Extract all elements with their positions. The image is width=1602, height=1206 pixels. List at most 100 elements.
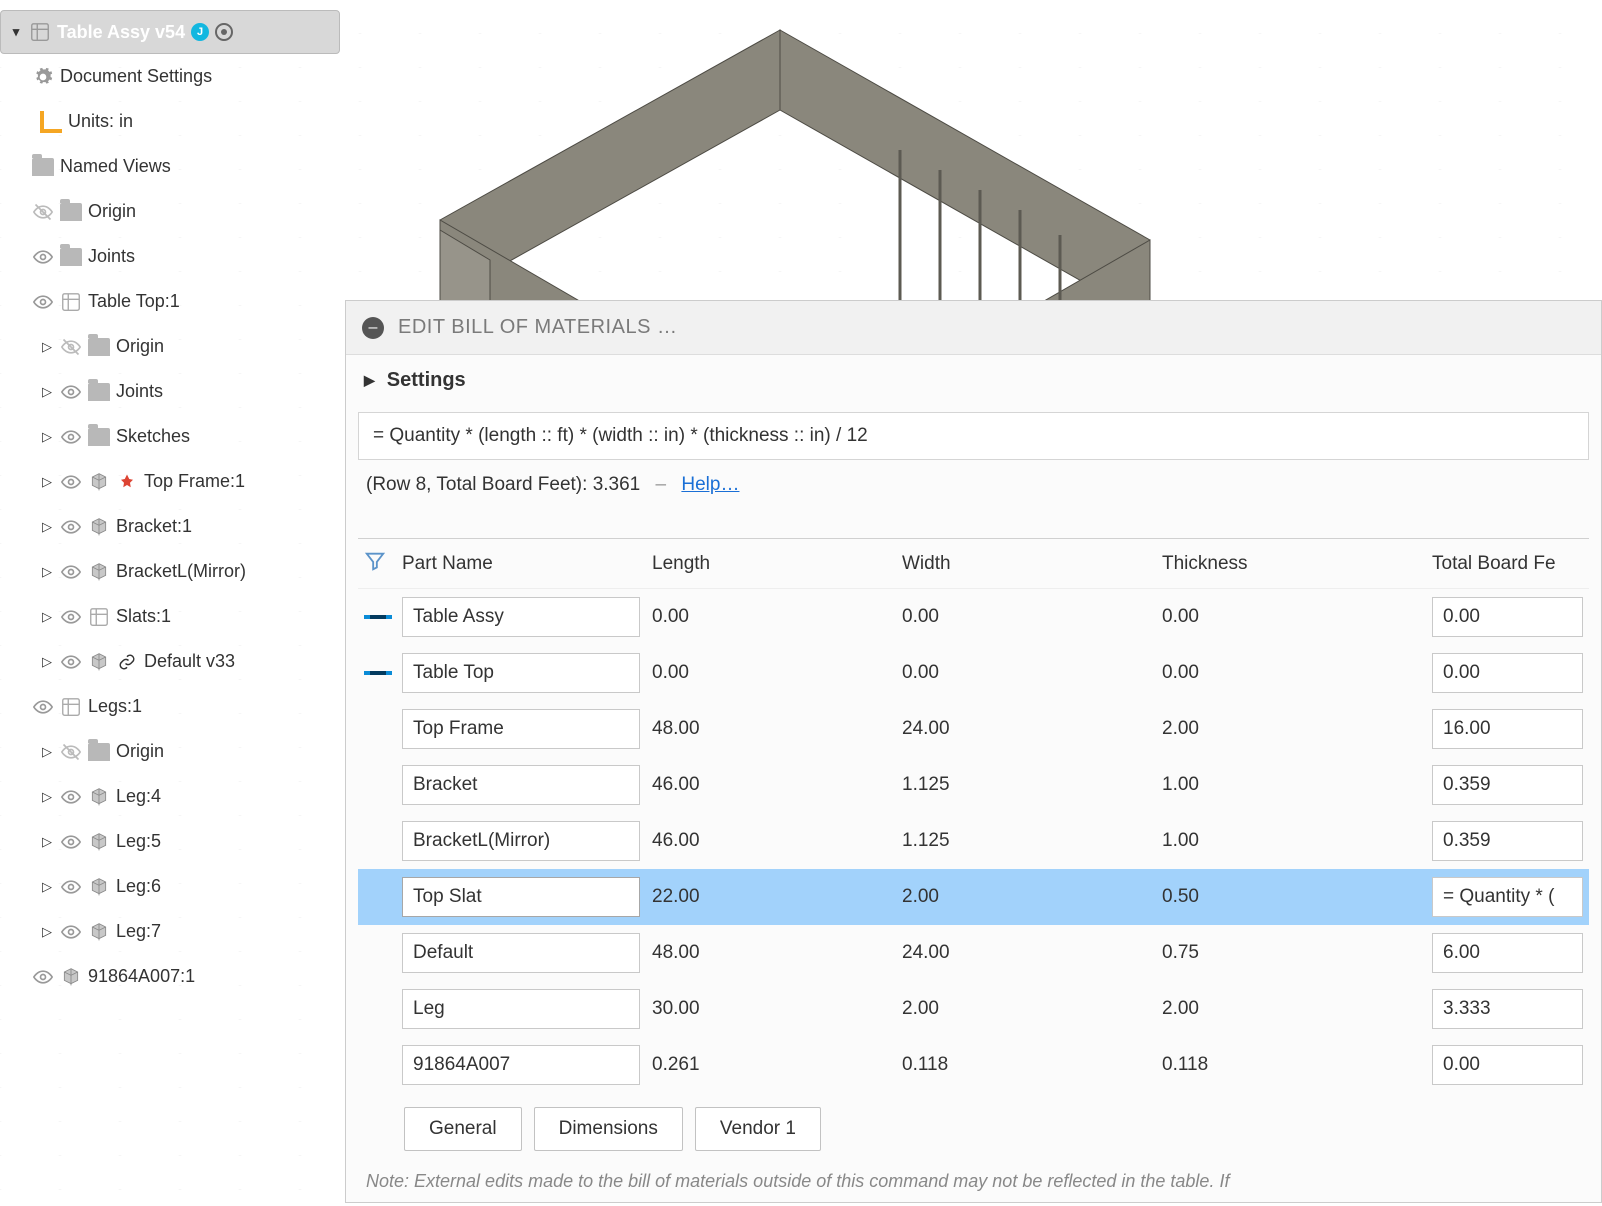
table-row[interactable]: Table Assy 0.00 0.00 0.00 0.00 bbox=[358, 589, 1589, 645]
eye-icon[interactable] bbox=[60, 921, 82, 943]
cell-width[interactable]: 24.00 bbox=[896, 710, 1156, 748]
tab-vendor1[interactable]: Vendor 1 bbox=[695, 1107, 821, 1151]
tree-item[interactable]: ▷ Leg:7 bbox=[0, 909, 340, 954]
cell-thickness[interactable]: 1.00 bbox=[1156, 822, 1426, 860]
tree-item[interactable]: ▷ Sketches bbox=[0, 414, 340, 459]
cell-partname[interactable]: 91864A007 bbox=[402, 1045, 640, 1085]
legs-node[interactable]: Legs:1 bbox=[0, 684, 340, 729]
cell-length[interactable]: 22.00 bbox=[646, 878, 896, 916]
cell-tbf[interactable]: 0.00 bbox=[1432, 653, 1583, 693]
browser-root[interactable]: ▾ Table Assy v54 J bbox=[0, 10, 340, 54]
cell-width[interactable]: 2.00 bbox=[896, 878, 1156, 916]
chevron-right-icon[interactable]: ▷ bbox=[40, 339, 54, 355]
eye-icon[interactable] bbox=[60, 606, 82, 628]
eye-icon[interactable] bbox=[32, 291, 54, 313]
tree-item[interactable]: ▷ Leg:6 bbox=[0, 864, 340, 909]
cell-width[interactable]: 0.118 bbox=[896, 1046, 1156, 1084]
cell-thickness[interactable]: 1.00 bbox=[1156, 766, 1426, 804]
table-row[interactable]: BracketL(Mirror) 46.00 1.125 1.00 0.359 bbox=[358, 813, 1589, 869]
eye-icon[interactable] bbox=[60, 831, 82, 853]
chevron-right-icon[interactable]: ▷ bbox=[40, 924, 54, 940]
table-row[interactable]: Bracket 46.00 1.125 1.00 0.359 bbox=[358, 757, 1589, 813]
last-item[interactable]: 91864A007:1 bbox=[0, 954, 340, 999]
cell-width[interactable]: 1.125 bbox=[896, 822, 1156, 860]
named-views[interactable]: Named Views bbox=[0, 144, 340, 189]
formula-input[interactable]: = Quantity * (length :: ft) * (width :: … bbox=[358, 412, 1589, 460]
units-row[interactable]: Units: in bbox=[0, 99, 340, 144]
close-icon[interactable]: – bbox=[362, 317, 384, 339]
table-row[interactable]: Leg 30.00 2.00 2.00 3.333 bbox=[358, 981, 1589, 1037]
cell-thickness[interactable]: 0.00 bbox=[1156, 598, 1426, 636]
cell-tbf[interactable]: 3.333 bbox=[1432, 989, 1583, 1029]
eye-icon[interactable] bbox=[32, 246, 54, 268]
cell-length[interactable]: 0.261 bbox=[646, 1046, 896, 1084]
eye-icon[interactable] bbox=[60, 516, 82, 538]
eye-icon[interactable] bbox=[60, 561, 82, 583]
col-width[interactable]: Width bbox=[896, 543, 1156, 585]
cell-width[interactable]: 24.00 bbox=[896, 934, 1156, 972]
cell-tbf[interactable]: 0.359 bbox=[1432, 765, 1583, 805]
document-settings[interactable]: Document Settings bbox=[0, 54, 340, 99]
cell-partname[interactable]: BracketL(Mirror) bbox=[402, 821, 640, 861]
funnel-icon[interactable] bbox=[364, 556, 386, 577]
cell-partname[interactable]: Top Slat bbox=[402, 877, 640, 917]
chevron-right-icon[interactable]: ▷ bbox=[40, 474, 54, 490]
activate-radio-icon[interactable] bbox=[215, 23, 233, 41]
bom-settings-toggle[interactable]: ▶ Settings bbox=[346, 355, 1601, 406]
eye-icon[interactable] bbox=[32, 966, 54, 988]
cell-tbf[interactable]: 6.00 bbox=[1432, 933, 1583, 973]
cell-length[interactable]: 46.00 bbox=[646, 766, 896, 804]
cell-thickness[interactable]: 2.00 bbox=[1156, 990, 1426, 1028]
cell-length[interactable]: 30.00 bbox=[646, 990, 896, 1028]
chevron-right-icon[interactable]: ▷ bbox=[40, 744, 54, 760]
cell-length[interactable]: 48.00 bbox=[646, 710, 896, 748]
tree-item[interactable]: ▷ BracketL(Mirror) bbox=[0, 549, 340, 594]
chevron-right-icon[interactable]: ▷ bbox=[40, 654, 54, 670]
cell-partname[interactable]: Top Frame bbox=[402, 709, 640, 749]
chevron-right-icon[interactable]: ▷ bbox=[40, 519, 54, 535]
chevron-right-icon[interactable]: ▷ bbox=[40, 564, 54, 580]
tree-item[interactable]: ▷ Slats:1 bbox=[0, 594, 340, 639]
tree-item[interactable]: ▷ Default v33 bbox=[0, 639, 340, 684]
eye-off-icon[interactable] bbox=[60, 336, 82, 358]
tree-item[interactable]: ▷ Origin bbox=[0, 324, 340, 369]
eye-icon[interactable] bbox=[60, 426, 82, 448]
tree-item[interactable]: Joints bbox=[0, 234, 340, 279]
cell-length[interactable]: 46.00 bbox=[646, 822, 896, 860]
table-row[interactable]: Table Top 0.00 0.00 0.00 0.00 bbox=[358, 645, 1589, 701]
tab-dimensions[interactable]: Dimensions bbox=[534, 1107, 683, 1151]
tree-item[interactable]: ▷ Bracket:1 bbox=[0, 504, 340, 549]
col-partname[interactable]: Part Name bbox=[396, 543, 646, 585]
filter-header[interactable] bbox=[358, 540, 396, 588]
table-row[interactable]: Default 48.00 24.00 0.75 6.00 bbox=[358, 925, 1589, 981]
cell-thickness[interactable]: 0.50 bbox=[1156, 878, 1426, 916]
cell-partname[interactable]: Leg bbox=[402, 989, 640, 1029]
tree-item[interactable]: ▷ Leg:4 bbox=[0, 774, 340, 819]
eye-icon[interactable] bbox=[60, 876, 82, 898]
tree-item[interactable]: ▷ Leg:5 bbox=[0, 819, 340, 864]
cell-thickness[interactable]: 0.118 bbox=[1156, 1046, 1426, 1084]
cell-width[interactable]: 0.00 bbox=[896, 654, 1156, 692]
cell-thickness[interactable]: 0.75 bbox=[1156, 934, 1426, 972]
cell-tbf[interactable]: = Quantity * ( bbox=[1432, 877, 1583, 917]
cell-width[interactable]: 1.125 bbox=[896, 766, 1156, 804]
eye-icon[interactable] bbox=[60, 471, 82, 493]
cell-length[interactable]: 48.00 bbox=[646, 934, 896, 972]
cell-length[interactable]: 0.00 bbox=[646, 654, 896, 692]
browser-tree[interactable]: ▾ Table Assy v54 J Document Settings Uni… bbox=[0, 10, 340, 999]
tree-item[interactable]: Origin bbox=[0, 189, 340, 234]
table-row[interactable]: Top Slat 22.00 2.00 0.50 = Quantity * ( bbox=[358, 869, 1589, 925]
chevron-right-icon[interactable]: ▷ bbox=[40, 609, 54, 625]
eye-off-icon[interactable] bbox=[60, 741, 82, 763]
cell-tbf[interactable]: 0.359 bbox=[1432, 821, 1583, 861]
cell-partname[interactable]: Bracket bbox=[402, 765, 640, 805]
tree-item[interactable]: Table Top:1 bbox=[0, 279, 340, 324]
cell-width[interactable]: 0.00 bbox=[896, 598, 1156, 636]
cell-tbf[interactable]: 16.00 bbox=[1432, 709, 1583, 749]
cell-partname[interactable]: Table Assy bbox=[402, 597, 640, 637]
cell-thickness[interactable]: 2.00 bbox=[1156, 710, 1426, 748]
chevron-right-icon[interactable]: ▷ bbox=[40, 384, 54, 400]
cell-partname[interactable]: Table Top bbox=[402, 653, 640, 693]
tree-item[interactable]: ▷ Origin bbox=[0, 729, 340, 774]
tab-general[interactable]: General bbox=[404, 1107, 522, 1151]
